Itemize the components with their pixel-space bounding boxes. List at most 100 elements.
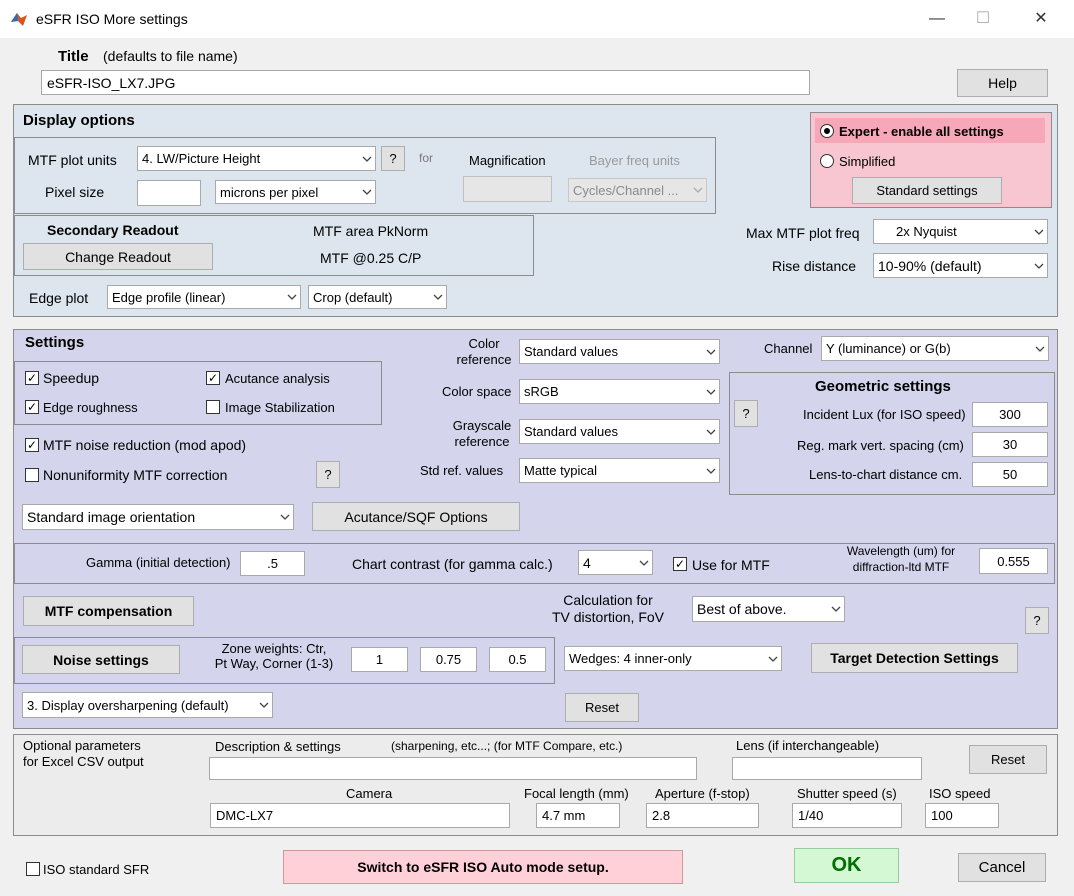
oversharpening-value: 3. Display oversharpening (default): [27, 697, 229, 713]
reg-mark-label: Reg. mark vert. spacing (cm): [797, 438, 964, 453]
zone-weights-label-2: Pt Way, Corner (1-3): [214, 656, 334, 671]
ok-button[interactable]: OK: [794, 848, 899, 883]
close-icon[interactable]: ✕: [1018, 6, 1064, 32]
edge-roughness-checkbox[interactable]: ✓: [25, 400, 39, 414]
chevron-down-icon: [703, 340, 719, 363]
switch-auto-mode-button[interactable]: Switch to eSFR ISO Auto mode setup.: [283, 850, 683, 884]
calc-help-button[interactable]: ?: [1025, 607, 1049, 634]
std-ref-select[interactable]: Matte typical: [519, 458, 720, 483]
max-mtf-select[interactable]: 2x Nyquist: [873, 219, 1048, 244]
zone-weight-ptway-input[interactable]: 0.75: [420, 647, 477, 672]
nonuniformity-label: Nonuniformity MTF correction: [43, 467, 228, 483]
rise-distance-select[interactable]: 10-90% (default): [873, 253, 1048, 278]
matlab-icon: [10, 10, 28, 28]
help-button[interactable]: Help: [957, 69, 1048, 97]
chevron-down-icon: [828, 597, 844, 621]
wavelength-input[interactable]: 0.555: [979, 548, 1048, 574]
channel-select[interactable]: Y (luminance) or G(b): [821, 336, 1049, 361]
color-ref-label-1: Color: [468, 336, 500, 351]
simplified-label: Simplified: [839, 154, 896, 169]
lens-input[interactable]: [732, 757, 922, 780]
zone-weight-ctr-input[interactable]: 1: [351, 647, 408, 672]
simplified-radio[interactable]: [820, 154, 834, 168]
chevron-down-icon: [284, 286, 300, 308]
aperture-label: Aperture (f-stop): [655, 786, 750, 801]
orientation-select[interactable]: Standard image orientation: [22, 504, 294, 530]
edge-plot-select[interactable]: Edge profile (linear): [107, 285, 301, 309]
pixel-unit-value: microns per pixel: [220, 184, 319, 200]
chevron-down-icon: [1031, 220, 1047, 243]
geometric-settings-title: Geometric settings: [815, 378, 951, 395]
geometric-help-button[interactable]: ?: [734, 400, 758, 427]
chevron-down-icon: [277, 505, 293, 529]
mtf-units-help-button[interactable]: ?: [381, 146, 405, 171]
cancel-button[interactable]: Cancel: [958, 853, 1046, 882]
chart-contrast-select[interactable]: 4: [578, 550, 653, 575]
mtf-plot-units-select[interactable]: 4. LW/Picture Height: [137, 146, 376, 171]
bayer-freq-select[interactable]: Cycles/Channel ...: [568, 178, 707, 202]
color-ref-value: Standard values: [524, 344, 618, 359]
settings-heading: Settings: [25, 334, 85, 351]
nonuniformity-checkbox[interactable]: [25, 468, 39, 482]
readout-2: MTF @0.25 C/P: [320, 250, 422, 266]
chevron-down-icon: [703, 420, 719, 443]
lens-label: Lens (if interchangeable): [736, 738, 880, 753]
color-ref-select[interactable]: Standard values: [519, 339, 720, 364]
wedges-select[interactable]: Wedges: 4 inner-only: [564, 646, 782, 671]
wedges-value: Wedges: 4 inner-only: [569, 651, 692, 666]
edge-plot-label: Edge plot: [29, 290, 89, 306]
chevron-down-icon: [359, 181, 375, 203]
oversharpening-select[interactable]: 3. Display oversharpening (default): [22, 692, 273, 718]
mtf-noise-checkbox[interactable]: ✓: [25, 438, 39, 452]
iso-speed-input[interactable]: 100: [925, 803, 999, 828]
use-for-mtf-label: Use for MTF: [692, 557, 770, 573]
incident-lux-input[interactable]: 300: [972, 402, 1048, 427]
noise-settings-button[interactable]: Noise settings: [22, 645, 180, 674]
nonuniformity-help-button[interactable]: ?: [316, 461, 340, 488]
image-stab-label: Image Stabilization: [225, 400, 335, 415]
mtf-compensation-button[interactable]: MTF compensation: [23, 596, 194, 626]
acutance-checkbox[interactable]: ✓: [206, 371, 220, 385]
pixel-size-input[interactable]: [137, 180, 201, 206]
max-mtf-value: 2x Nyquist: [896, 224, 957, 239]
description-input[interactable]: [209, 757, 697, 780]
mtf-plot-units-label: MTF plot units: [28, 152, 117, 168]
pixel-size-label: Pixel size: [45, 184, 105, 200]
reg-mark-input[interactable]: 30: [972, 432, 1048, 457]
camera-input[interactable]: DMC-LX7: [210, 803, 510, 828]
speedup-checkbox[interactable]: ✓: [25, 371, 39, 385]
chevron-down-icon: [430, 286, 446, 308]
standard-settings-button[interactable]: Standard settings: [852, 177, 1002, 204]
acutance-options-button[interactable]: Acutance/SQF Options: [312, 502, 520, 531]
optional-label-2: for Excel CSV output: [23, 754, 144, 769]
lens-chart-input[interactable]: 50: [972, 462, 1048, 487]
use-for-mtf-checkbox[interactable]: ✓: [673, 557, 687, 571]
calc-select[interactable]: Best of above.: [692, 596, 845, 622]
color-space-select[interactable]: sRGB: [519, 379, 720, 404]
shutter-speed-input[interactable]: 1/40: [792, 803, 902, 828]
title-input[interactable]: eSFR-ISO_LX7.JPG: [41, 70, 810, 95]
chevron-down-icon: [636, 551, 652, 574]
gray-ref-select[interactable]: Standard values: [519, 419, 720, 444]
maximize-icon[interactable]: ☐: [960, 6, 1006, 32]
settings-reset-button[interactable]: Reset: [565, 693, 639, 722]
target-detection-button[interactable]: Target Detection Settings: [811, 643, 1018, 673]
crop-select[interactable]: Crop (default): [308, 285, 447, 309]
minimize-icon[interactable]: —: [914, 6, 960, 32]
pixel-unit-select[interactable]: microns per pixel: [215, 180, 376, 204]
iso-standard-checkbox[interactable]: [26, 862, 40, 876]
channel-label: Channel: [764, 341, 813, 356]
bayer-freq-value: Cycles/Channel ...: [573, 182, 679, 198]
zone-weight-corner-input[interactable]: 0.5: [489, 647, 546, 672]
magnification-input[interactable]: [463, 176, 552, 202]
gamma-input[interactable]: .5: [240, 551, 305, 576]
image-stab-checkbox[interactable]: [206, 400, 220, 414]
wavelength-label-2: diffraction-ltd MTF: [852, 560, 950, 574]
calc-label-1: Calculation for: [563, 592, 653, 608]
focal-length-input[interactable]: 4.7 mm: [536, 803, 620, 828]
optional-reset-button[interactable]: Reset: [969, 745, 1047, 774]
aperture-input[interactable]: 2.8: [646, 803, 759, 828]
change-readout-button[interactable]: Change Readout: [23, 243, 213, 270]
expert-radio[interactable]: [820, 124, 834, 138]
gray-ref-value: Standard values: [524, 424, 618, 439]
